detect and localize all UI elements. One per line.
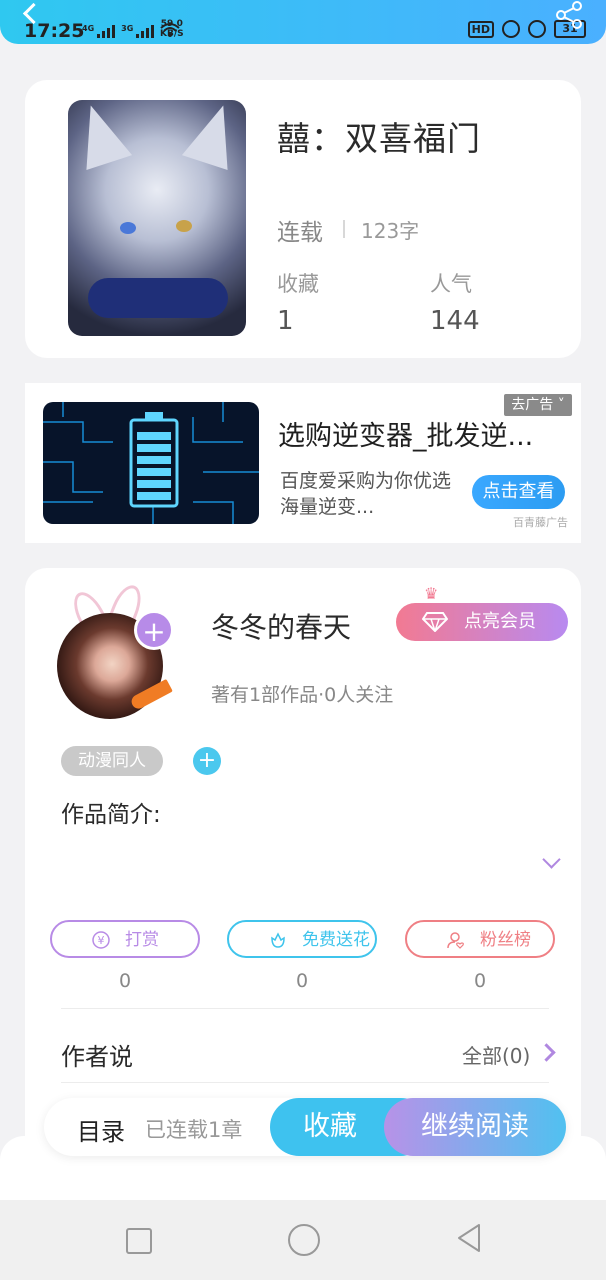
- network-speed: 59.0 KB/S: [160, 19, 184, 39]
- ad-image[interactable]: [43, 402, 259, 524]
- ad-source: 百青藤广告: [513, 516, 568, 529]
- hd-icon: HD: [467, 20, 494, 38]
- toc-button[interactable]: 目录: [77, 1112, 125, 1147]
- author-meta: 著有1部作品·0人关注: [211, 684, 394, 706]
- signal-icon: 3G: [121, 25, 155, 38]
- favorites-label: 收藏: [277, 272, 319, 296]
- popularity-value: 144: [430, 306, 480, 336]
- divider: [61, 1082, 549, 1083]
- favorites-value: 1: [277, 306, 294, 336]
- circuit-image: [43, 402, 259, 524]
- follow-button[interactable]: +: [134, 610, 174, 650]
- yuan-icon: ¥: [92, 931, 110, 949]
- lock-icon: [502, 20, 520, 38]
- fans-icon: [447, 932, 464, 949]
- flower-count: 0: [295, 970, 309, 992]
- book-status: 连载: [277, 220, 323, 246]
- ad-view-button[interactable]: 点击查看: [472, 475, 565, 509]
- reward-count: 0: [118, 970, 132, 992]
- send-flower-button[interactable]: 免费送花: [227, 920, 377, 958]
- back-nav-icon[interactable]: [455, 1222, 483, 1254]
- signal-icon: 4G: [82, 25, 116, 38]
- author-name[interactable]: 冬冬的春天: [211, 606, 351, 646]
- add-tag-button[interactable]: +: [193, 747, 221, 775]
- status-bar: 17:25 4G 3G 59.0 KB/S HD 31: [0, 0, 606, 44]
- share-icon[interactable]: [553, 0, 585, 30]
- continue-reading-button[interactable]: 继续阅读: [384, 1098, 566, 1156]
- svg-text:¥: ¥: [98, 934, 105, 947]
- book-title: 囍：双喜福门: [277, 119, 481, 158]
- vip-button[interactable]: 点亮会员: [396, 603, 568, 641]
- diamond-icon: [422, 612, 448, 632]
- author-says-label: 作者说: [61, 1043, 133, 1071]
- fans-ranking-button[interactable]: 粉丝榜: [405, 920, 555, 958]
- alarm-icon: [528, 20, 546, 38]
- word-count: 123字: [361, 219, 420, 243]
- flower-icon: [271, 932, 285, 948]
- divider: [61, 1008, 549, 1009]
- ad-description[interactable]: 百度爱采购为你优选海量逆变...: [280, 468, 455, 520]
- recents-icon[interactable]: [126, 1228, 152, 1254]
- divider: [343, 220, 345, 238]
- author-says-all-link[interactable]: 全部(0): [462, 1040, 530, 1069]
- remove-ad-button[interactable]: 去广告 ˅: [504, 394, 572, 416]
- popularity-label: 人气: [430, 272, 472, 296]
- ad-title[interactable]: 选购逆变器_批发逆...: [278, 414, 533, 453]
- home-icon[interactable]: [288, 1224, 320, 1256]
- status-time: 17:25: [24, 20, 85, 42]
- fans-count: 0: [473, 970, 487, 992]
- crown-icon: ♛: [424, 584, 439, 603]
- serial-status: 已连载1章: [145, 1118, 243, 1142]
- reward-button[interactable]: ¥ 打赏: [50, 920, 200, 958]
- category-tag[interactable]: 动漫同人: [61, 746, 163, 776]
- intro-label: 作品简介:: [61, 802, 161, 828]
- book-cover[interactable]: [68, 100, 246, 336]
